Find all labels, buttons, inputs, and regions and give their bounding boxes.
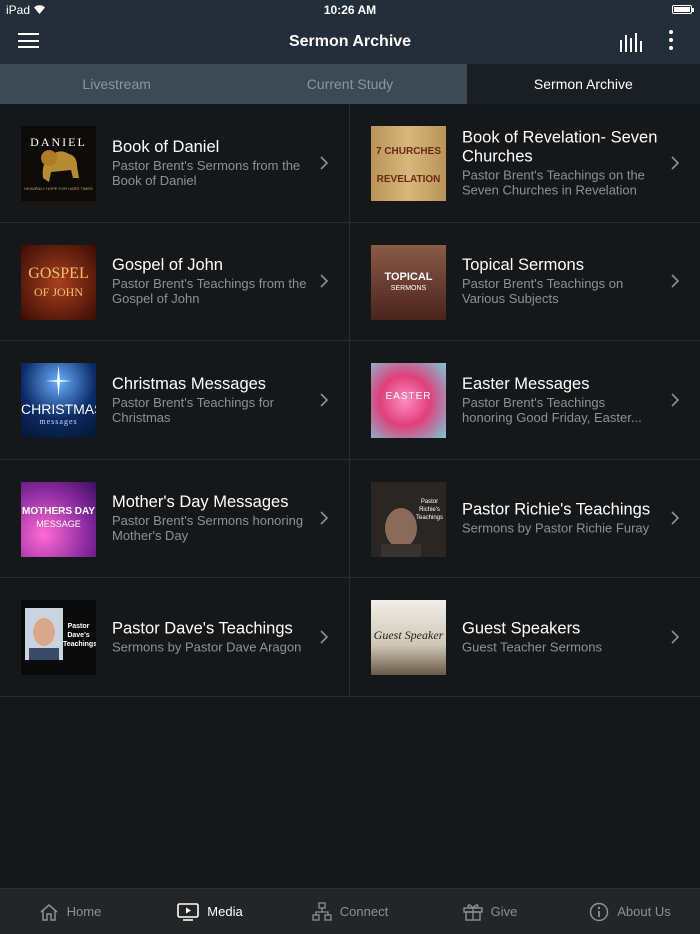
series-item-mothers-day-messages[interactable]: MOTHERS DAY MESSAGE Mother's Day Message… bbox=[0, 459, 350, 577]
chevron-right-icon bbox=[320, 274, 329, 288]
segment-tabs: Livestream Current Study Sermon Archive bbox=[0, 64, 700, 104]
series-title: Gospel of John bbox=[112, 256, 223, 275]
tab-livestream[interactable]: Livestream bbox=[0, 64, 233, 104]
media-icon bbox=[177, 902, 200, 921]
series-item-gospel-of-john[interactable]: GOSPEL OF JOHN Gospel of John Pastor Bre… bbox=[0, 222, 350, 340]
series-title: Christmas Messages bbox=[112, 374, 267, 393]
tab-media[interactable]: Media bbox=[140, 889, 280, 934]
series-thumbnail: TOPICAL SERMONS bbox=[371, 244, 446, 320]
tab-about-us[interactable]: About Us bbox=[560, 889, 700, 934]
series-item-pastor-richies-teachings[interactable]: Pastor Richie's Teachings Pastor Richie'… bbox=[350, 460, 700, 578]
chevron-right-icon bbox=[671, 156, 680, 170]
chevron-right-icon bbox=[671, 274, 680, 288]
grid-row: CHRISTMAS messages Christmas Messages Pa… bbox=[0, 341, 700, 460]
page-title: Sermon Archive bbox=[288, 33, 412, 50]
series-item-easter-messages[interactable]: EASTER Easter Messages Pastor Brent's Te… bbox=[350, 341, 700, 459]
tab-label: Home bbox=[66, 904, 102, 919]
series-item-topical-sermons[interactable]: TOPICAL SERMONS Topical Sermons Pastor B… bbox=[350, 223, 700, 341]
series-thumbnail: Guest Speaker bbox=[371, 600, 446, 675]
chevron-right-icon bbox=[671, 630, 680, 644]
series-title: Book of Revelation- Seven Churches bbox=[462, 128, 658, 166]
chevron-right-icon bbox=[320, 630, 329, 644]
series-subtitle: Pastor Brent's Teachings from the Gospel… bbox=[112, 276, 307, 307]
status-bar: iPad 10:26 AM bbox=[0, 0, 700, 20]
series-item-pastor-daves-teachings[interactable]: Pastor Dave's Teachings Pastor Dave's Te… bbox=[0, 578, 350, 696]
series-subtitle: Pastor Brent's Teachings on Various Subj… bbox=[462, 276, 624, 307]
series-thumbnail: GOSPEL OF JOHN bbox=[21, 244, 96, 320]
tab-label: Give bbox=[490, 904, 518, 919]
tab-sermon-archive[interactable]: Sermon Archive bbox=[466, 64, 700, 104]
chevron-right-icon bbox=[671, 511, 680, 525]
series-item-christmas-messages[interactable]: CHRISTMAS messages Christmas Messages Pa… bbox=[0, 341, 350, 459]
series-item-book-of-daniel[interactable]: DANIEL HEAVENLY HOPE FOR HARD TIMES Book… bbox=[0, 104, 350, 222]
chevron-right-icon bbox=[320, 511, 329, 525]
grid-row: MOTHERS DAY MESSAGE Mother's Day Message… bbox=[0, 459, 700, 578]
battery-icon bbox=[672, 5, 694, 14]
series-title: Pastor Dave's Teachings bbox=[112, 619, 293, 638]
audio-bars-icon[interactable] bbox=[619, 32, 643, 52]
tab-label: Media bbox=[207, 904, 243, 919]
tab-connect[interactable]: Connect bbox=[280, 889, 420, 934]
bottom-tab-bar: Home Media Connect Give About Us bbox=[0, 888, 700, 934]
nav-bar: Sermon Archive bbox=[0, 20, 700, 64]
series-item-book-of-revelation[interactable]: 7 CHURCHES REVELATION Book of Revelation… bbox=[350, 104, 700, 222]
gift-icon bbox=[462, 903, 483, 921]
series-title: Easter Messages bbox=[462, 374, 590, 393]
grid-row: Pastor Dave's Teachings Pastor Dave's Te… bbox=[0, 578, 700, 697]
tab-label: About Us bbox=[617, 904, 671, 919]
clock: 10:26 AM bbox=[323, 3, 377, 17]
series-thumbnail: Pastor Dave's Teachings bbox=[21, 600, 96, 675]
grid-row: GOSPEL OF JOHN Gospel of John Pastor Bre… bbox=[0, 222, 700, 341]
series-item-guest-speakers[interactable]: Guest Speaker Guest Speakers Guest Teach… bbox=[350, 578, 700, 696]
series-subtitle: Pastor Brent's Teachings for Christmas bbox=[112, 394, 274, 425]
series-thumbnail: CHRISTMAS messages bbox=[21, 363, 96, 438]
info-icon bbox=[590, 902, 609, 921]
series-subtitle: Guest Teacher Sermons bbox=[462, 639, 602, 655]
connect-icon bbox=[312, 901, 332, 921]
series-title: Pastor Richie's Teachings bbox=[462, 500, 651, 519]
series-thumbnail: DANIEL HEAVENLY HOPE FOR HARD TIMES bbox=[21, 126, 96, 201]
series-title: Guest Speakers bbox=[462, 619, 581, 638]
home-icon bbox=[40, 903, 58, 921]
series-subtitle: Pastor Brent's Teachings on the Seven Ch… bbox=[462, 167, 645, 198]
series-thumbnail: 7 CHURCHES REVELATION bbox=[371, 126, 446, 201]
series-subtitle: Pastor Brent's Sermons from the Book of … bbox=[112, 157, 301, 188]
series-thumbnail: Pastor Richie's Teachings bbox=[371, 481, 446, 557]
more-options-icon[interactable] bbox=[662, 30, 680, 54]
chevron-right-icon bbox=[320, 393, 329, 407]
tab-current-study[interactable]: Current Study bbox=[233, 64, 466, 104]
tab-label: Connect bbox=[339, 904, 389, 919]
chevron-right-icon bbox=[671, 393, 680, 407]
tab-give[interactable]: Give bbox=[420, 889, 560, 934]
series-subtitle: Pastor Brent's Teachings honoring Good F… bbox=[462, 394, 642, 425]
series-title: Mother's Day Messages bbox=[112, 493, 289, 512]
sermon-series-grid: DANIEL HEAVENLY HOPE FOR HARD TIMES Book… bbox=[0, 104, 700, 697]
series-title: Book of Daniel bbox=[112, 137, 220, 156]
series-subtitle: Sermons by Pastor Dave Aragon bbox=[112, 639, 302, 655]
series-thumbnail: EASTER bbox=[371, 363, 446, 438]
grid-row: DANIEL HEAVENLY HOPE FOR HARD TIMES Book… bbox=[0, 104, 700, 223]
tab-home[interactable]: Home bbox=[0, 889, 140, 934]
series-title: Topical Sermons bbox=[462, 256, 584, 275]
series-subtitle: Sermons by Pastor Richie Furay bbox=[462, 520, 650, 536]
series-subtitle: Pastor Brent's Sermons honoring Mother's… bbox=[112, 513, 304, 544]
series-thumbnail: MOTHERS DAY MESSAGE bbox=[21, 481, 96, 557]
chevron-right-icon bbox=[320, 156, 329, 170]
